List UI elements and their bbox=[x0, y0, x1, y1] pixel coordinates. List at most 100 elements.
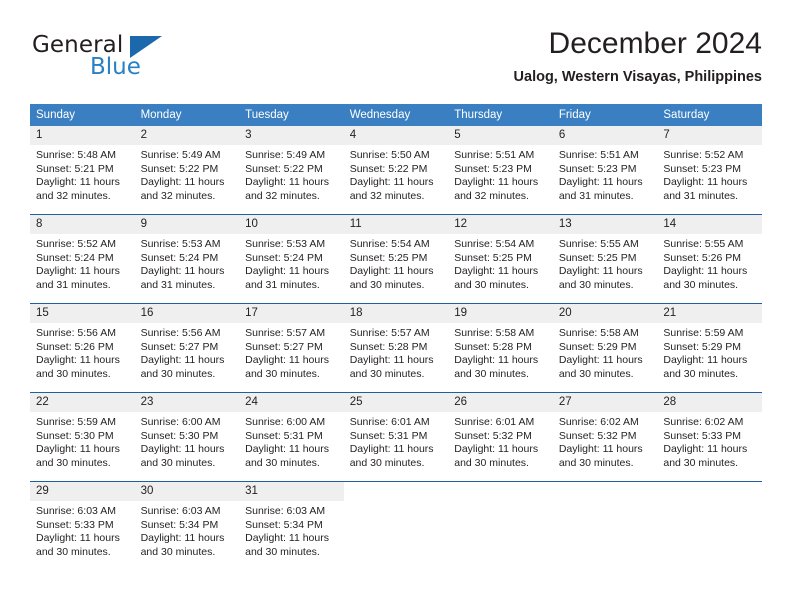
sunset-text: Sunset: 5:25 PM bbox=[349, 251, 428, 264]
day-cell[interactable]: 31 Sunrise: 6:03 AM Sunset: 5:34 PM Dayl… bbox=[239, 481, 344, 570]
daylight-text-line2: and 30 minutes. bbox=[558, 278, 634, 291]
daylight-text-line1: Daylight: 11 hours bbox=[663, 265, 748, 278]
sunrise-text: Sunrise: 6:00 AM bbox=[140, 416, 221, 428]
weekday-header-row: Sunday Monday Tuesday Wednesday Thursday… bbox=[30, 104, 762, 126]
day-cell[interactable]: 9 Sunrise: 5:53 AM Sunset: 5:24 PM Dayli… bbox=[134, 214, 240, 304]
sunset-text: Sunset: 5:27 PM bbox=[245, 340, 323, 353]
sunrise-text: Sunrise: 5:52 AM bbox=[663, 149, 744, 161]
day-cell[interactable]: 16 Sunrise: 5:56 AM Sunset: 5:27 PM Dayl… bbox=[134, 303, 240, 393]
day-cell[interactable]: 25 Sunrise: 6:01 AM Sunset: 5:31 PM Dayl… bbox=[343, 392, 449, 482]
day-cell[interactable]: 17 Sunrise: 5:57 AM Sunset: 5:27 PM Dayl… bbox=[239, 303, 344, 393]
day-cell[interactable]: 1 Sunrise: 5:48 AM Sunset: 5:21 PM Dayli… bbox=[30, 126, 135, 215]
daylight-text-line1: Daylight: 11 hours bbox=[663, 354, 748, 367]
sunrise-text: Sunrise: 6:03 AM bbox=[245, 505, 326, 517]
day-cell[interactable]: 19 Sunrise: 5:58 AM Sunset: 5:28 PM Dayl… bbox=[448, 303, 553, 393]
day-number: 10 bbox=[239, 215, 344, 234]
day-cell[interactable]: 7 Sunrise: 5:52 AM Sunset: 5:23 PM Dayli… bbox=[657, 126, 762, 215]
day-number: 1 bbox=[30, 126, 135, 145]
sunrise-text: Sunrise: 5:59 AM bbox=[663, 327, 744, 339]
day-info: Sunrise: 5:48 AM Sunset: 5:21 PM Dayligh… bbox=[30, 145, 135, 203]
day-cell[interactable]: 12 Sunrise: 5:54 AM Sunset: 5:25 PM Dayl… bbox=[448, 214, 553, 304]
sunset-text: Sunset: 5:23 PM bbox=[663, 162, 742, 175]
daylight-text-line1: Daylight: 11 hours bbox=[245, 265, 329, 278]
sunset-text: Sunset: 5:24 PM bbox=[245, 251, 323, 264]
day-cell[interactable]: 20 Sunrise: 5:58 AM Sunset: 5:29 PM Dayl… bbox=[552, 303, 658, 393]
sunrise-text: Sunrise: 6:00 AM bbox=[245, 416, 326, 428]
daylight-text-line1: Daylight: 11 hours bbox=[663, 176, 748, 189]
day-cell[interactable]: 3 Sunrise: 5:49 AM Sunset: 5:22 PM Dayli… bbox=[239, 126, 344, 215]
day-cell[interactable]: 29 Sunrise: 6:03 AM Sunset: 5:33 PM Dayl… bbox=[30, 481, 135, 570]
daylight-text-line1: Daylight: 11 hours bbox=[36, 443, 120, 456]
sunrise-text: Sunrise: 5:50 AM bbox=[349, 149, 430, 161]
day-cell[interactable]: 26 Sunrise: 6:01 AM Sunset: 5:32 PM Dayl… bbox=[448, 392, 553, 482]
day-number: 6 bbox=[552, 126, 658, 145]
day-info: Sunrise: 6:02 AM Sunset: 5:33 PM Dayligh… bbox=[657, 412, 762, 470]
day-cell[interactable]: 13 Sunrise: 5:55 AM Sunset: 5:25 PM Dayl… bbox=[552, 214, 658, 304]
sunrise-text: Sunrise: 5:59 AM bbox=[36, 416, 116, 428]
day-info: Sunrise: 5:58 AM Sunset: 5:29 PM Dayligh… bbox=[553, 323, 658, 381]
week-row: 1 Sunrise: 5:48 AM Sunset: 5:21 PM Dayli… bbox=[30, 126, 762, 215]
day-cell[interactable]: 8 Sunrise: 5:52 AM Sunset: 5:24 PM Dayli… bbox=[30, 214, 135, 304]
sunset-text: Sunset: 5:32 PM bbox=[558, 429, 637, 442]
daylight-text-line2: and 30 minutes. bbox=[349, 278, 425, 291]
sunset-text: Sunset: 5:27 PM bbox=[140, 340, 219, 353]
weekday-header-friday: Friday bbox=[552, 104, 658, 126]
day-info: Sunrise: 5:53 AM Sunset: 5:24 PM Dayligh… bbox=[239, 234, 344, 292]
sunset-text: Sunset: 5:23 PM bbox=[454, 162, 532, 175]
day-number: 28 bbox=[657, 393, 762, 412]
day-cell[interactable]: 22 Sunrise: 5:59 AM Sunset: 5:30 PM Dayl… bbox=[30, 392, 135, 482]
sunrise-text: Sunrise: 5:58 AM bbox=[454, 327, 535, 339]
day-cell[interactable]: 5 Sunrise: 5:51 AM Sunset: 5:23 PM Dayli… bbox=[448, 126, 553, 215]
day-number: 14 bbox=[657, 215, 762, 234]
daylight-text-line1: Daylight: 11 hours bbox=[245, 532, 329, 545]
calendar-table: Sunday Monday Tuesday Wednesday Thursday… bbox=[30, 104, 762, 570]
daylight-text-line1: Daylight: 11 hours bbox=[454, 176, 539, 189]
day-info: Sunrise: 5:58 AM Sunset: 5:28 PM Dayligh… bbox=[448, 323, 553, 381]
day-cell[interactable]: 2 Sunrise: 5:49 AM Sunset: 5:22 PM Dayli… bbox=[134, 126, 240, 215]
day-cell[interactable]: 18 Sunrise: 5:57 AM Sunset: 5:28 PM Dayl… bbox=[343, 303, 449, 393]
day-info: Sunrise: 5:51 AM Sunset: 5:23 PM Dayligh… bbox=[448, 145, 553, 203]
day-cell[interactable]: 24 Sunrise: 6:00 AM Sunset: 5:31 PM Dayl… bbox=[239, 392, 344, 482]
page-header: General Blue December 2024 Ualog, Wester… bbox=[30, 26, 762, 98]
daylight-text-line2: and 32 minutes. bbox=[454, 189, 529, 202]
day-cell[interactable]: 23 Sunrise: 6:00 AM Sunset: 5:30 PM Dayl… bbox=[134, 392, 240, 482]
sunset-text: Sunset: 5:21 PM bbox=[36, 162, 114, 175]
sunset-text: Sunset: 5:29 PM bbox=[558, 340, 637, 353]
calendar-grid: Sunday Monday Tuesday Wednesday Thursday… bbox=[30, 104, 762, 570]
day-cell[interactable]: 28 Sunrise: 6:02 AM Sunset: 5:33 PM Dayl… bbox=[657, 392, 762, 482]
day-info: Sunrise: 6:03 AM Sunset: 5:33 PM Dayligh… bbox=[30, 501, 135, 559]
day-number: 4 bbox=[343, 126, 449, 145]
daylight-text-line1: Daylight: 11 hours bbox=[245, 354, 329, 367]
day-info: Sunrise: 5:52 AM Sunset: 5:24 PM Dayligh… bbox=[30, 234, 135, 292]
day-cell[interactable]: 21 Sunrise: 5:59 AM Sunset: 5:29 PM Dayl… bbox=[657, 303, 762, 393]
generalblue-logo[interactable]: General Blue bbox=[30, 32, 230, 88]
sunset-text: Sunset: 5:28 PM bbox=[349, 340, 428, 353]
week-row: 15 Sunrise: 5:56 AM Sunset: 5:26 PM Dayl… bbox=[30, 303, 762, 393]
day-cell[interactable]: 27 Sunrise: 6:02 AM Sunset: 5:32 PM Dayl… bbox=[552, 392, 658, 482]
sunrise-text: Sunrise: 5:57 AM bbox=[349, 327, 430, 339]
day-cell[interactable]: 30 Sunrise: 6:03 AM Sunset: 5:34 PM Dayl… bbox=[134, 481, 240, 570]
daylight-text-line2: and 30 minutes. bbox=[245, 456, 320, 469]
day-info: Sunrise: 5:49 AM Sunset: 5:22 PM Dayligh… bbox=[239, 145, 344, 203]
day-cell[interactable]: 14 Sunrise: 5:55 AM Sunset: 5:26 PM Dayl… bbox=[657, 214, 762, 304]
sunrise-text: Sunrise: 5:55 AM bbox=[558, 238, 639, 250]
day-cell[interactable]: 4 Sunrise: 5:50 AM Sunset: 5:22 PM Dayli… bbox=[343, 126, 449, 215]
sunset-text: Sunset: 5:26 PM bbox=[663, 251, 742, 264]
day-info: Sunrise: 6:02 AM Sunset: 5:32 PM Dayligh… bbox=[553, 412, 658, 470]
weekday-header-saturday: Saturday bbox=[657, 104, 762, 126]
sunrise-text: Sunrise: 5:49 AM bbox=[140, 149, 221, 161]
day-cell[interactable]: 11 Sunrise: 5:54 AM Sunset: 5:25 PM Dayl… bbox=[343, 214, 449, 304]
day-number bbox=[448, 482, 553, 501]
daylight-text-line1: Daylight: 11 hours bbox=[140, 354, 225, 367]
sunset-text: Sunset: 5:29 PM bbox=[663, 340, 742, 353]
sunset-text: Sunset: 5:22 PM bbox=[245, 162, 323, 175]
day-number: 31 bbox=[239, 482, 344, 501]
day-cell[interactable]: 6 Sunrise: 5:51 AM Sunset: 5:23 PM Dayli… bbox=[552, 126, 658, 215]
day-info: Sunrise: 5:57 AM Sunset: 5:27 PM Dayligh… bbox=[239, 323, 344, 381]
daylight-text-line2: and 31 minutes. bbox=[140, 278, 216, 291]
day-info: Sunrise: 5:49 AM Sunset: 5:22 PM Dayligh… bbox=[135, 145, 240, 203]
day-cell[interactable]: 10 Sunrise: 5:53 AM Sunset: 5:24 PM Dayl… bbox=[239, 214, 344, 304]
sunrise-text: Sunrise: 5:54 AM bbox=[454, 238, 535, 250]
day-cell[interactable]: 15 Sunrise: 5:56 AM Sunset: 5:26 PM Dayl… bbox=[30, 303, 135, 393]
sunrise-text: Sunrise: 5:54 AM bbox=[349, 238, 430, 250]
